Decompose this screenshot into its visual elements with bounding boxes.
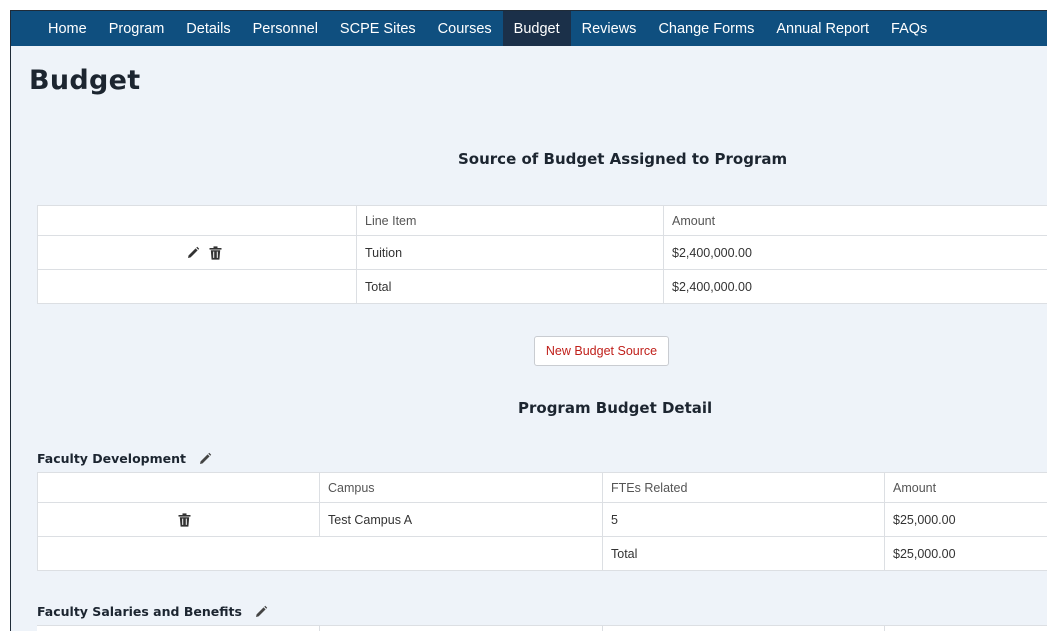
empty-cell — [37, 536, 603, 571]
total-label: Total — [602, 536, 885, 571]
detail-section-title: Program Budget Detail — [518, 399, 713, 417]
empty-cell — [37, 269, 357, 304]
group-label-faculty-development: Faculty Development — [37, 451, 212, 466]
nav-details[interactable]: Details — [175, 11, 241, 46]
campus-header: Campus — [319, 472, 603, 503]
page-title: Budget — [29, 65, 141, 96]
new-budget-source-button[interactable]: New Budget Source — [534, 336, 669, 366]
line-item-cell: Tuition — [356, 235, 664, 270]
edit-pencil-icon[interactable] — [254, 605, 268, 619]
faculty-salaries-table-partial — [37, 625, 1047, 631]
ftes-cell: 5 — [602, 502, 885, 537]
row-actions — [37, 502, 320, 537]
total-row: Total $25,000.00 — [37, 536, 1047, 571]
nav-annual-report[interactable]: Annual Report — [765, 11, 880, 46]
nav-home[interactable]: Home — [37, 11, 98, 46]
trash-icon[interactable] — [178, 513, 191, 527]
table-row: Test Campus A 5 $25,000.00 — [37, 502, 1047, 537]
column-divider — [319, 626, 320, 631]
amount-header: Amount — [663, 205, 1047, 236]
nav-scpe-sites[interactable]: SCPE Sites — [329, 11, 427, 46]
nav-change-forms[interactable]: Change Forms — [647, 11, 765, 46]
total-amount: $2,400,000.00 — [663, 269, 1047, 304]
row-actions — [37, 235, 357, 270]
top-navbar: Home Program Details Personnel SCPE Site… — [11, 11, 1047, 46]
app-frame: Home Program Details Personnel SCPE Site… — [10, 10, 1047, 631]
line-item-header: Line Item — [356, 205, 664, 236]
nav-personnel[interactable]: Personnel — [242, 11, 329, 46]
campus-cell: Test Campus A — [319, 502, 603, 537]
nav-budget[interactable]: Budget — [502, 11, 571, 46]
trash-icon[interactable] — [209, 246, 222, 260]
group-name: Faculty Development — [37, 451, 186, 466]
total-label: Total — [356, 269, 664, 304]
nav-courses[interactable]: Courses — [427, 11, 503, 46]
amount-cell: $25,000.00 — [884, 502, 1047, 537]
source-section-title: Source of Budget Assigned to Program — [458, 150, 788, 168]
budget-source-table: Line Item Amount Tuition $2,400,000.00 T… — [37, 205, 1047, 304]
total-row: Total $2,400,000.00 — [37, 269, 1047, 304]
amount-header: Amount — [884, 472, 1047, 503]
ftes-header: FTEs Related — [602, 472, 885, 503]
table-row: Tuition $2,400,000.00 — [37, 235, 1047, 270]
edit-pencil-icon[interactable] — [186, 246, 200, 260]
column-divider — [884, 626, 885, 631]
nav-program[interactable]: Program — [98, 11, 176, 46]
amount-cell: $2,400,000.00 — [663, 235, 1047, 270]
table-header-row: Line Item Amount — [37, 205, 1047, 236]
actions-header-cell — [37, 205, 357, 236]
nav-reviews[interactable]: Reviews — [571, 11, 648, 46]
column-divider — [602, 626, 603, 631]
nav-faqs[interactable]: FAQs — [880, 11, 938, 46]
group-name: Faculty Salaries and Benefits — [37, 604, 242, 619]
table-header-row: Campus FTEs Related Amount — [37, 472, 1047, 503]
edit-pencil-icon[interactable] — [198, 452, 212, 466]
faculty-development-table: Campus FTEs Related Amount Test Campus A… — [37, 472, 1047, 571]
group-label-faculty-salaries: Faculty Salaries and Benefits — [37, 604, 268, 619]
total-amount: $25,000.00 — [884, 536, 1047, 571]
actions-header-cell — [37, 472, 320, 503]
